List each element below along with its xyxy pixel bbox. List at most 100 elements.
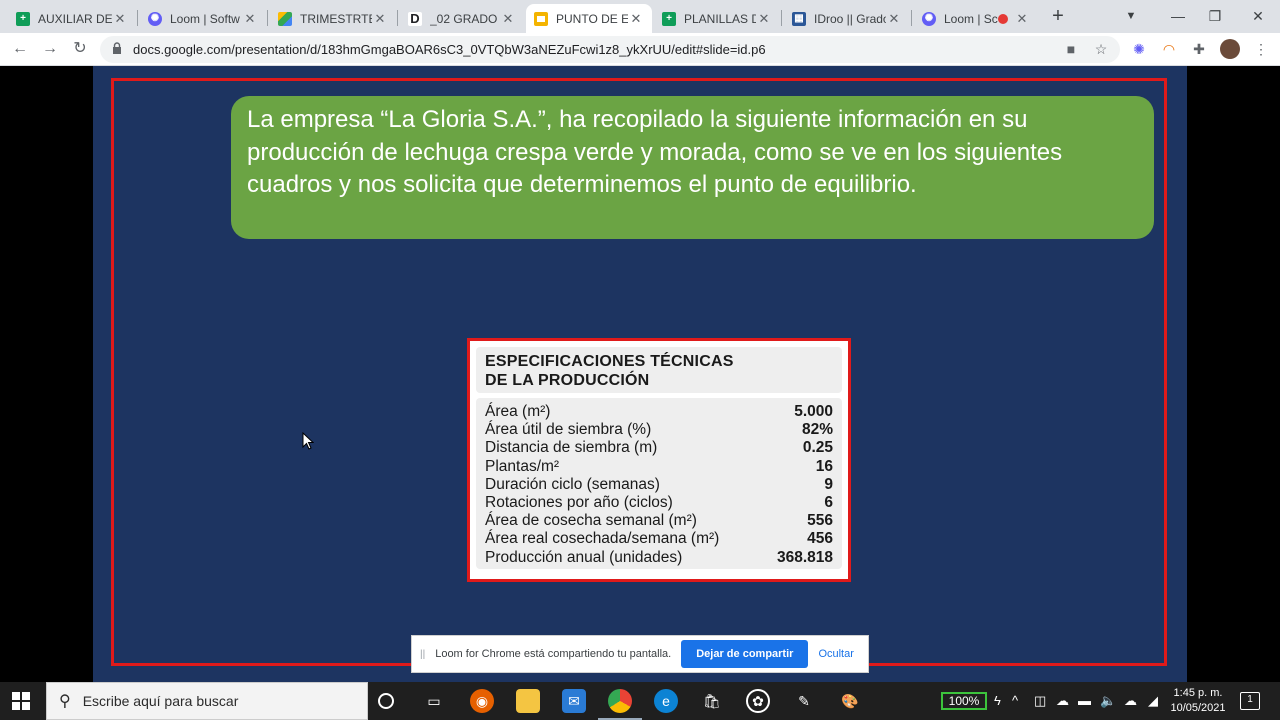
file-explorer-icon[interactable] (516, 689, 540, 713)
stop-sharing-button[interactable]: Dejar de compartir (681, 640, 809, 668)
share-message: Loom for Chrome está compartiendo tu pan… (435, 648, 672, 660)
windows-taskbar: ⚲ Escribe aquí para buscar ▭ ◉ ✉ e 🛍 ✿ ✎… (0, 682, 1280, 720)
paint-icon[interactable]: 🎨 (838, 689, 862, 713)
back-icon[interactable]: ← (8, 37, 32, 61)
tab-strip: + AUXILIAR DE ✕ ✺ Loom | Softw ✕ TRIMEST… (0, 0, 1280, 33)
meet-now-icon[interactable]: ◫ (1034, 693, 1046, 709)
extension-icon[interactable]: ◠ (1160, 40, 1178, 58)
sheets-icon: + (662, 11, 676, 26)
wifi-icon[interactable]: ◢ (1148, 693, 1158, 709)
spec-value: 5.000 (794, 403, 833, 420)
close-window-icon[interactable]: ✕ (1246, 4, 1270, 28)
tab-loom-software[interactable]: ✺ Loom | Softw ✕ (140, 4, 266, 33)
intro-text-box: La empresa “La Gloria S.A.”, ha recopila… (231, 96, 1154, 239)
hide-button[interactable]: Ocultar (818, 648, 853, 660)
spec-label: Distancia de siembra (m) (485, 439, 658, 457)
lock-icon (113, 42, 121, 54)
spec-row: Área de cosecha semanal (m²) 556 (485, 512, 833, 530)
cloud-upload-icon[interactable]: ☁ (1124, 693, 1137, 709)
app-icon[interactable]: ✿ (746, 689, 770, 713)
forward-icon[interactable]: → (38, 37, 62, 61)
store-icon[interactable]: 🛍 (700, 689, 724, 713)
tab-grado[interactable]: D _02 GRADO 1 ✕ (400, 4, 524, 33)
spec-label: Plantas/m² (485, 457, 560, 475)
spec-table-image: ESPECIFICACIONES TÉCNICAS DE LA PRODUCCI… (467, 338, 851, 582)
spec-rows: Área (m²) 5.000 Área útil de siembra (%) 8… (476, 398, 842, 569)
reload-icon[interactable]: ↻ (68, 37, 92, 61)
browser-toolbar: ← → ↻ docs.google.com/presentation/d/183… (0, 33, 1280, 66)
tab-title: IDroo || Grado (814, 11, 886, 26)
close-icon[interactable]: ✕ (372, 11, 388, 27)
tab-punto-de-equilibrio[interactable]: PUNTO DE EC ✕ (526, 4, 652, 33)
clock-date: 10/05/2021 (1170, 702, 1226, 714)
tab-loom-recording[interactable]: ✺ Loom | Sc ✕ (914, 4, 1038, 33)
tab-auxiliar[interactable]: + AUXILIAR DE ✕ (8, 4, 136, 33)
camera-icon[interactable]: ■ (1062, 40, 1080, 58)
system-clock[interactable]: 1:45 p. m. 10/05/2021 (1166, 686, 1230, 716)
spec-label: Área (m²) (485, 403, 551, 420)
menu-icon[interactable]: ⋮ (1252, 40, 1270, 58)
minimize-icon[interactable]: — (1166, 4, 1190, 28)
search-icon: ⚲ (59, 693, 71, 710)
tab-title: Loom | Sc (944, 11, 998, 26)
spec-title: ESPECIFICACIONES TÉCNICAS DE LA PRODUCCI… (476, 347, 842, 393)
mail-icon[interactable]: ✉ (562, 689, 586, 713)
recording-icon (998, 13, 1008, 24)
close-icon[interactable]: ✕ (886, 11, 902, 27)
task-view-icon[interactable]: ▭ (422, 689, 446, 713)
notifications-icon[interactable]: 1 (1240, 692, 1260, 710)
whiteboard-icon[interactable]: ✎ (792, 689, 816, 713)
drag-handle-icon[interactable]: || (420, 649, 425, 660)
spec-row: Área útil de siembra (%) 82% (485, 421, 833, 439)
new-tab-button[interactable]: + (1048, 6, 1068, 26)
close-icon[interactable]: ✕ (756, 11, 772, 27)
spec-label: Producción anual (unidades) (485, 548, 683, 566)
close-icon[interactable]: ✕ (242, 11, 258, 27)
usb-icon[interactable]: ▬ (1078, 693, 1091, 708)
cortana-icon[interactable] (378, 693, 394, 709)
volume-icon[interactable]: 🔈 (1100, 693, 1116, 709)
tab-search-icon[interactable]: ▼ (1119, 4, 1143, 28)
tab-title: PLANILLAS DI (684, 11, 756, 26)
close-icon[interactable]: ✕ (1014, 11, 1030, 27)
spec-value: 6 (824, 494, 833, 512)
spec-title-line1: ESPECIFICACIONES TÉCNICAS (485, 353, 734, 370)
spec-value: 456 (807, 530, 833, 548)
extensions-puzzle-icon[interactable]: ✚ (1190, 40, 1208, 58)
spec-row: Área (m²) 5.000 (485, 403, 833, 421)
windows-start-icon[interactable] (12, 692, 30, 710)
address-bar[interactable]: docs.google.com/presentation/d/183hmGmga… (100, 36, 1120, 63)
tab-planillas[interactable]: + PLANILLAS DI ✕ (654, 4, 780, 33)
loom-icon: ✺ (148, 11, 162, 26)
edge-icon[interactable]: e (654, 689, 678, 713)
spec-value: 556 (807, 512, 833, 530)
tab-trimestrte[interactable]: TRIMESTRTE ✕ (270, 4, 396, 33)
show-hidden-icons[interactable]: ^ (1012, 693, 1018, 708)
spec-row: Rotaciones por año (ciclos) 6 (485, 494, 833, 512)
spec-label: Rotaciones por año (ciclos) (485, 494, 673, 512)
close-icon[interactable]: ✕ (112, 11, 128, 27)
loom-extension-icon[interactable]: ✺ (1130, 40, 1148, 58)
spec-row: Plantas/m² 16 (485, 458, 833, 476)
tab-idroo[interactable]: ▦ IDroo || Grado ✕ (784, 4, 910, 33)
spec-value: 368.818 (776, 548, 833, 566)
slides-icon (534, 11, 548, 26)
taskbar-search-input[interactable]: ⚲ Escribe aquí para buscar (46, 682, 368, 720)
avatar[interactable] (1220, 39, 1240, 59)
d-icon: D (408, 11, 422, 26)
spec-row: Área real cosechada/semana (m²) 456 (485, 530, 833, 548)
chrome-icon[interactable] (608, 689, 632, 713)
firefox-icon[interactable]: ◉ (470, 689, 494, 713)
idroo-icon: ▦ (792, 11, 806, 26)
drive-icon (278, 11, 292, 26)
spec-label: Duración ciclo (semanas) (485, 475, 660, 493)
close-icon[interactable]: ✕ (628, 11, 644, 27)
bookmark-star-icon[interactable]: ☆ (1092, 40, 1110, 58)
spec-value: 0.25 (802, 439, 833, 457)
spec-value: 82% (801, 421, 833, 439)
maximize-icon[interactable]: ❐ (1203, 4, 1227, 28)
onedrive-icon[interactable]: ☁ (1056, 693, 1069, 709)
search-placeholder: Escribe aquí para buscar (82, 693, 239, 709)
close-icon[interactable]: ✕ (500, 11, 516, 27)
battery-indicator[interactable]: 100% (941, 692, 987, 710)
